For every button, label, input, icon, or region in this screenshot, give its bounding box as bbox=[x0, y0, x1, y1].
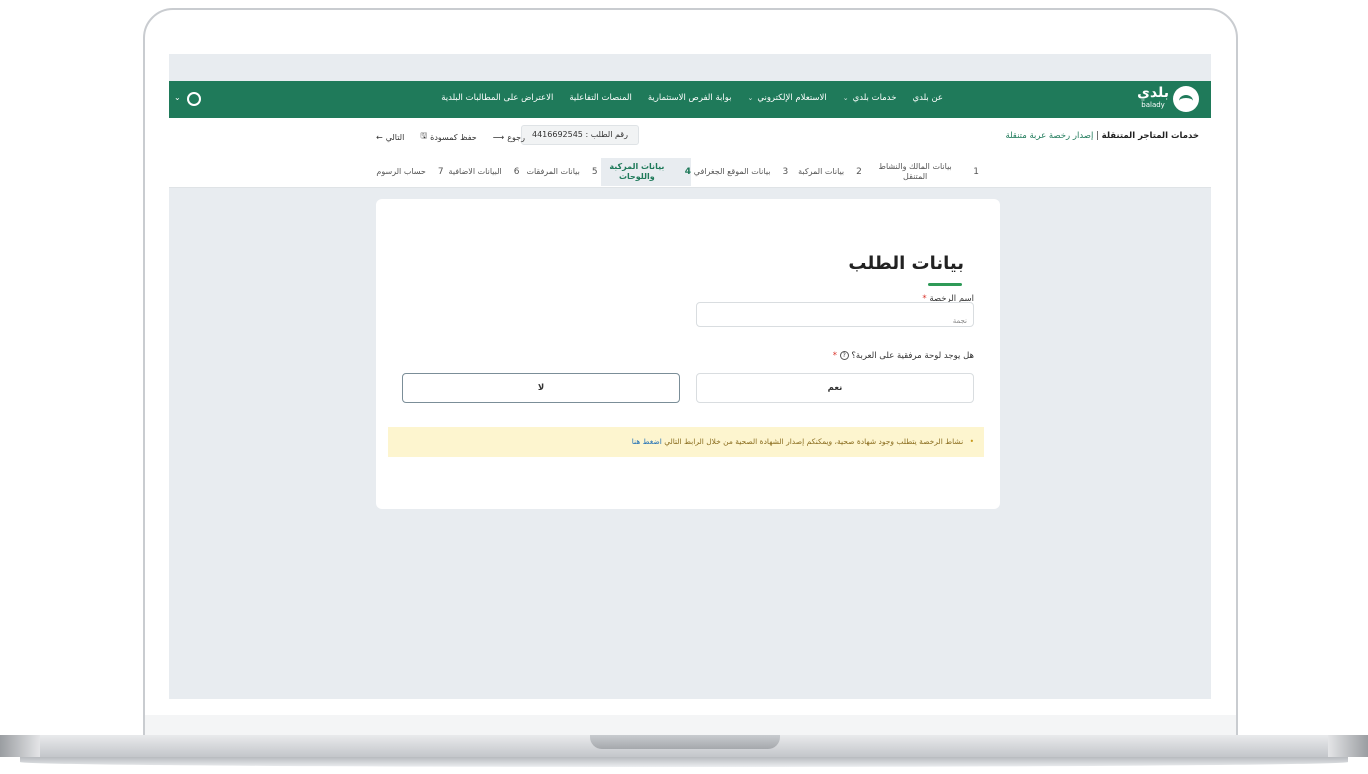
step-label: بيانات المركبة bbox=[798, 167, 845, 176]
step-3[interactable]: 3 بيانات الموقع الجغرافي bbox=[691, 158, 791, 186]
title-underline bbox=[928, 283, 962, 286]
step-label: البيانات الاضافية bbox=[448, 167, 502, 176]
nav-item-about[interactable]: عن بلدي bbox=[912, 93, 943, 103]
option-no-button[interactable]: لا bbox=[402, 373, 680, 403]
step-label: بيانات المرفقات bbox=[526, 167, 580, 176]
plate-question-label: هل يوجد لوحة مرفقية على العربة؟ ? * bbox=[833, 351, 974, 361]
nav-item-objection[interactable]: الاعتراض على المطالبات البلدية bbox=[441, 93, 553, 103]
arrow-left-icon: ← bbox=[376, 132, 383, 142]
save-draft-label: حفظ كمسودة bbox=[430, 132, 477, 142]
step-5[interactable]: 5 بيانات المرفقات bbox=[523, 158, 601, 186]
nav-item-label: الاعتراض على المطالبات البلدية bbox=[441, 93, 554, 103]
chevron-down-icon[interactable]: ⌄ bbox=[174, 93, 181, 102]
browser-screen: بلدي balady عن بلدي خدمات بلدي ⌄ الاستعلا… bbox=[169, 54, 1211, 699]
logo-text: بلدي balady bbox=[1137, 86, 1169, 111]
form-card: بيانات الطلب اسم الرخصة * نجمة هل يوجد ل… bbox=[376, 199, 1000, 509]
laptop-base-shadow bbox=[20, 757, 1348, 767]
step-label: بيانات المالك والنشاط المتنقل bbox=[878, 162, 952, 181]
chevron-down-icon: ⌄ bbox=[747, 94, 754, 102]
main-nav: عن بلدي خدمات بلدي ⌄ الاستعلام الإلكتروني… bbox=[441, 93, 943, 103]
logo-emblem-icon bbox=[1173, 86, 1199, 112]
option-yes-button[interactable]: نعم bbox=[696, 373, 974, 403]
order-number-badge: رقم الطلب : 4416692545 bbox=[521, 125, 639, 145]
step-label: بيانات الموقع الجغرافي bbox=[693, 167, 771, 176]
step-4-active[interactable]: 4 بيانات المركبة واللوحات bbox=[601, 158, 691, 186]
step-7[interactable]: 7 حساب الرسوم bbox=[375, 158, 445, 186]
save-draft-button[interactable]: حفظ كمسودة 🖫 bbox=[420, 130, 476, 144]
service-subheader: خدمات المتاجر المتنقلة | إصدار رخصة عربة… bbox=[169, 118, 1211, 188]
breadcrumb-current: إصدار رخصة عربة متنقلة bbox=[1005, 131, 1094, 141]
step-number: 3 bbox=[782, 167, 789, 177]
step-number: 6 bbox=[513, 167, 520, 177]
notice-text: نشاط الرخصة يتطلب وجود شهادة صحية، ويمكن… bbox=[664, 437, 964, 446]
nav-item-label: بوابة الفرص الاستثمارية bbox=[647, 93, 732, 103]
nav-item-investment[interactable]: بوابة الفرص الاستثمارية bbox=[648, 93, 732, 103]
step-number: 7 bbox=[437, 167, 444, 177]
breadcrumb-separator: | bbox=[1096, 131, 1099, 141]
wizard-toolbar: رجوع ⟶ حفظ كمسودة 🖫 التالي ← bbox=[376, 130, 525, 144]
back-label: رجوع bbox=[507, 132, 525, 142]
step-label: حساب الرسوم bbox=[376, 167, 426, 176]
nav-item-label: خدمات بلدي bbox=[852, 93, 897, 103]
nav-item-inquiry[interactable]: الاستعلام الإلكتروني ⌄ bbox=[748, 93, 827, 103]
wizard-steps: 1 بيانات المالك والنشاط المتنقل 2 بيانات ا… bbox=[375, 158, 979, 186]
breadcrumb-root[interactable]: خدمات المتاجر المتنقلة bbox=[1102, 131, 1199, 141]
next-label: التالي bbox=[385, 132, 405, 142]
nav-item-label: المنصات التفاعلية bbox=[569, 93, 632, 103]
nav-item-label: الاستعلام الإلكتروني bbox=[757, 93, 827, 103]
help-icon[interactable]: ? bbox=[839, 351, 849, 360]
arrow-left-icon: ⟶ bbox=[492, 132, 505, 142]
plate-question-text: هل يوجد لوحة مرفقية على العربة؟ bbox=[851, 351, 974, 361]
required-mark: * bbox=[832, 351, 838, 361]
save-icon: 🖫 bbox=[420, 131, 428, 140]
step-label: بيانات المركبة واللوحات bbox=[609, 162, 665, 181]
notice-link[interactable]: اضغط هنا bbox=[632, 437, 662, 446]
nav-item-platforms[interactable]: المنصات التفاعلية bbox=[569, 93, 632, 103]
license-name-input[interactable]: نجمة bbox=[696, 302, 974, 327]
next-button[interactable]: التالي ← bbox=[376, 130, 404, 144]
laptop-notch bbox=[590, 735, 780, 749]
user-icon[interactable] bbox=[187, 92, 201, 106]
step-2[interactable]: 2 بيانات المركبة bbox=[791, 158, 869, 186]
logo-subtitle: balady bbox=[1141, 101, 1165, 109]
nav-item-services[interactable]: خدمات بلدي ⌄ bbox=[843, 93, 897, 103]
bullet-icon: • bbox=[969, 437, 974, 446]
balady-logo[interactable]: بلدي balady bbox=[1137, 86, 1199, 112]
top-navigation-bar: بلدي balady عن بلدي خدمات بلدي ⌄ الاستعلا… bbox=[169, 81, 1211, 118]
step-1[interactable]: 1 بيانات المالك والنشاط المتنقل bbox=[869, 158, 979, 186]
screen-bezel bbox=[145, 715, 1236, 735]
step-6[interactable]: 6 البيانات الاضافية bbox=[445, 158, 523, 186]
breadcrumb: خدمات المتاجر المتنقلة | إصدار رخصة عربة… bbox=[1005, 131, 1199, 141]
health-certificate-notice: • نشاط الرخصة يتطلب وجود شهادة صحية، ويم… bbox=[388, 427, 984, 457]
step-number: 2 bbox=[856, 167, 862, 177]
step-number: 5 bbox=[591, 167, 598, 177]
nav-item-label: عن بلدي bbox=[912, 93, 943, 103]
page-title: بيانات الطلب bbox=[848, 253, 964, 274]
step-number: 4 bbox=[684, 167, 691, 177]
back-button[interactable]: رجوع ⟶ bbox=[493, 130, 525, 144]
step-number: 1 bbox=[973, 167, 979, 177]
chevron-down-icon: ⌄ bbox=[842, 94, 849, 102]
